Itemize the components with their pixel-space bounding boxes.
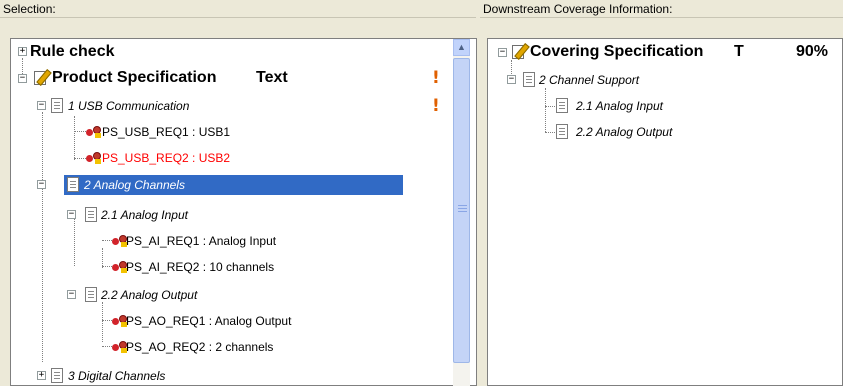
document-icon: [67, 177, 79, 192]
document-icon: [556, 98, 568, 113]
tree-label: 2 Analog Channels: [84, 178, 185, 192]
plus-icon[interactable]: +: [37, 371, 46, 380]
right-pane-title: Downstream Coverage Information:: [480, 0, 843, 18]
minus-icon[interactable]: −: [18, 74, 27, 83]
document-icon: [556, 124, 568, 139]
document-icon: [85, 207, 97, 222]
tree-label: 2.1 Analog Input: [576, 99, 663, 113]
specification-icon: [511, 43, 530, 61]
tree-label: PS_USB_REQ1 : USB1: [102, 125, 231, 139]
left-pane-title: Selection:: [0, 0, 476, 18]
coverage-percent: 90%: [796, 43, 829, 60]
tree-item-product-specification[interactable]: − Product Specification Text !: [14, 68, 474, 88]
document-icon: [85, 287, 97, 302]
tree-label: PS_AI_REQ1 : Analog Input: [126, 234, 277, 248]
tree-item-usb-communication[interactable]: − 1 USB Communication !: [34, 96, 474, 116]
specification-icon: [33, 69, 52, 87]
document-icon: [51, 98, 63, 113]
tree-label: Rule check: [30, 43, 115, 60]
plus-icon[interactable]: +: [18, 47, 27, 56]
minus-icon[interactable]: −: [67, 290, 76, 299]
vertical-scrollbar[interactable]: ▲: [453, 39, 470, 386]
type-column: T: [734, 43, 744, 60]
selection-tree-pane[interactable]: [10, 38, 477, 386]
minus-icon[interactable]: −: [37, 180, 46, 189]
scroll-up-arrow-icon[interactable]: ▲: [453, 39, 470, 56]
tree-label: PS_AO_REQ2 : 2 channels: [126, 340, 274, 354]
tree-label: PS_USB_REQ2 : USB2: [102, 151, 231, 165]
document-icon: [51, 368, 63, 383]
tree-label: 2.2 Analog Output: [101, 288, 198, 302]
warning-icon: !: [432, 96, 440, 116]
tree-label: PS_AI_REQ2 : 10 channels: [126, 260, 275, 274]
pane-splitter[interactable]: [477, 18, 487, 386]
tree-label: 1 USB Communication: [68, 99, 190, 113]
document-icon: [523, 72, 535, 87]
tree-label: 2 Channel Support: [539, 73, 640, 87]
minus-icon[interactable]: −: [507, 75, 516, 84]
tree-label: Covering Specification: [530, 43, 704, 60]
tree-label: PS_AO_REQ1 : Analog Output: [126, 314, 292, 328]
minus-icon[interactable]: −: [67, 210, 76, 219]
minus-icon[interactable]: −: [498, 48, 507, 57]
tree-label: 3 Digital Channels: [68, 369, 166, 383]
tree-label: 2.2 Analog Output: [576, 125, 673, 139]
minus-icon[interactable]: −: [37, 101, 46, 110]
coverage-tree-pane[interactable]: [487, 38, 843, 386]
tree-label: 2.1 Analog Input: [101, 208, 188, 222]
warning-icon: !: [432, 68, 440, 88]
tree-label: Product Specification: [52, 69, 217, 86]
type-label: Text: [256, 69, 288, 86]
scroll-thumb[interactable]: [453, 58, 470, 363]
tree-item-covering-specification[interactable]: − Covering Specification T 90%: [492, 42, 842, 62]
tree-item-ps-usb-req2[interactable]: PS_USB_REQ2 : USB2 !: [86, 148, 474, 168]
